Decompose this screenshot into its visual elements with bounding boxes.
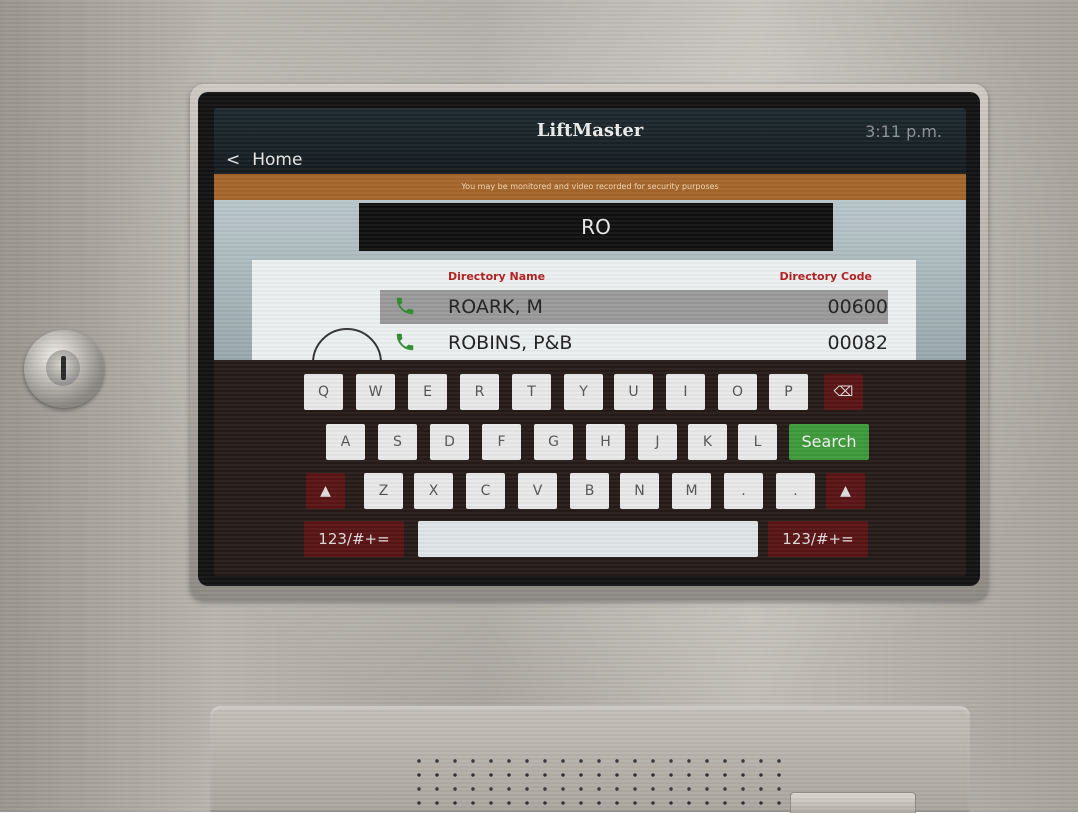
key-o[interactable]: O — [718, 374, 757, 410]
card-slot — [790, 792, 916, 813]
symbols-right-button[interactable]: 123/#+= — [768, 521, 868, 557]
key-y[interactable]: Y — [564, 374, 603, 410]
directory-name-header: Directory Name — [448, 270, 546, 283]
directory-code: 00082 — [827, 332, 888, 354]
key-i[interactable]: I — [666, 374, 705, 410]
key-period-2[interactable]: . — [776, 473, 815, 509]
key-u[interactable]: U — [614, 374, 653, 410]
key-e[interactable]: E — [408, 374, 447, 410]
directory-row[interactable]: ROBINS, P&B 00082 — [380, 326, 888, 360]
directory-code-header: Directory Code — [779, 270, 872, 283]
key-h[interactable]: H — [586, 424, 625, 460]
scroll-circle-icon[interactable] — [312, 328, 382, 398]
symbols-left-button[interactable]: 123/#+= — [304, 521, 404, 557]
home-button[interactable]: < Home — [226, 150, 302, 170]
key-g[interactable]: G — [534, 424, 573, 460]
speaker-grille — [410, 754, 790, 812]
key-r[interactable]: R — [460, 374, 499, 410]
directory-list: Directory Name Directory Code ROARK, M 0… — [252, 260, 916, 398]
key-m[interactable]: M — [672, 473, 711, 509]
key-x[interactable]: X — [414, 473, 453, 509]
key-z[interactable]: Z — [364, 473, 403, 509]
on-screen-keyboard: Q W E R T Y U I O P ⌫ A S D F G H J K L … — [214, 360, 966, 576]
key-a[interactable]: A — [326, 424, 365, 460]
clock: 3:11 p.m. — [865, 122, 942, 141]
key-d[interactable]: D — [430, 424, 469, 460]
key-c[interactable]: C — [466, 473, 505, 509]
header: < Home LiftMaster 3:11 p.m. — [214, 108, 966, 174]
directory-name: ROBINS, P&B — [448, 332, 573, 354]
key-f[interactable]: F — [482, 424, 521, 460]
lock-icon — [24, 330, 104, 408]
directory-code: 00600 — [827, 296, 888, 318]
key-n[interactable]: N — [620, 473, 659, 509]
directory-row[interactable]: ROARK, M 00600 — [380, 290, 888, 324]
key-q[interactable]: Q — [304, 374, 343, 410]
shift-left-icon[interactable]: ▲ — [306, 473, 345, 509]
search-input[interactable]: RO — [359, 203, 833, 251]
key-v[interactable]: V — [518, 473, 557, 509]
key-l[interactable]: L — [738, 424, 777, 460]
brand-logo: LiftMaster — [536, 120, 644, 141]
search-button[interactable]: Search — [789, 424, 869, 460]
security-notice: You may be monitored and video recorded … — [214, 174, 966, 200]
key-w[interactable]: W — [356, 374, 395, 410]
directory-name: ROARK, M — [448, 296, 543, 318]
phone-icon — [396, 297, 414, 315]
speaker-panel — [210, 706, 970, 812]
key-p[interactable]: P — [769, 374, 808, 410]
intercom-panel: < Home LiftMaster 3:11 p.m. You may be mo… — [0, 0, 1078, 813]
chevron-left-icon: < — [226, 150, 241, 170]
screen-bezel — [190, 84, 988, 600]
space-bar[interactable] — [418, 521, 758, 557]
key-s[interactable]: S — [378, 424, 417, 460]
key-period[interactable]: . — [724, 473, 763, 509]
key-t[interactable]: T — [512, 374, 551, 410]
key-k[interactable]: K — [688, 424, 727, 460]
touch-screen: < Home LiftMaster 3:11 p.m. You may be mo… — [214, 108, 966, 576]
backspace-icon[interactable]: ⌫ — [824, 374, 863, 410]
directory-area: RO Directory Name Directory Code ROARK, … — [214, 200, 966, 398]
shift-right-icon[interactable]: ▲ — [826, 473, 865, 509]
key-j[interactable]: J — [638, 424, 677, 460]
phone-icon — [396, 333, 414, 351]
key-b[interactable]: B — [570, 473, 609, 509]
